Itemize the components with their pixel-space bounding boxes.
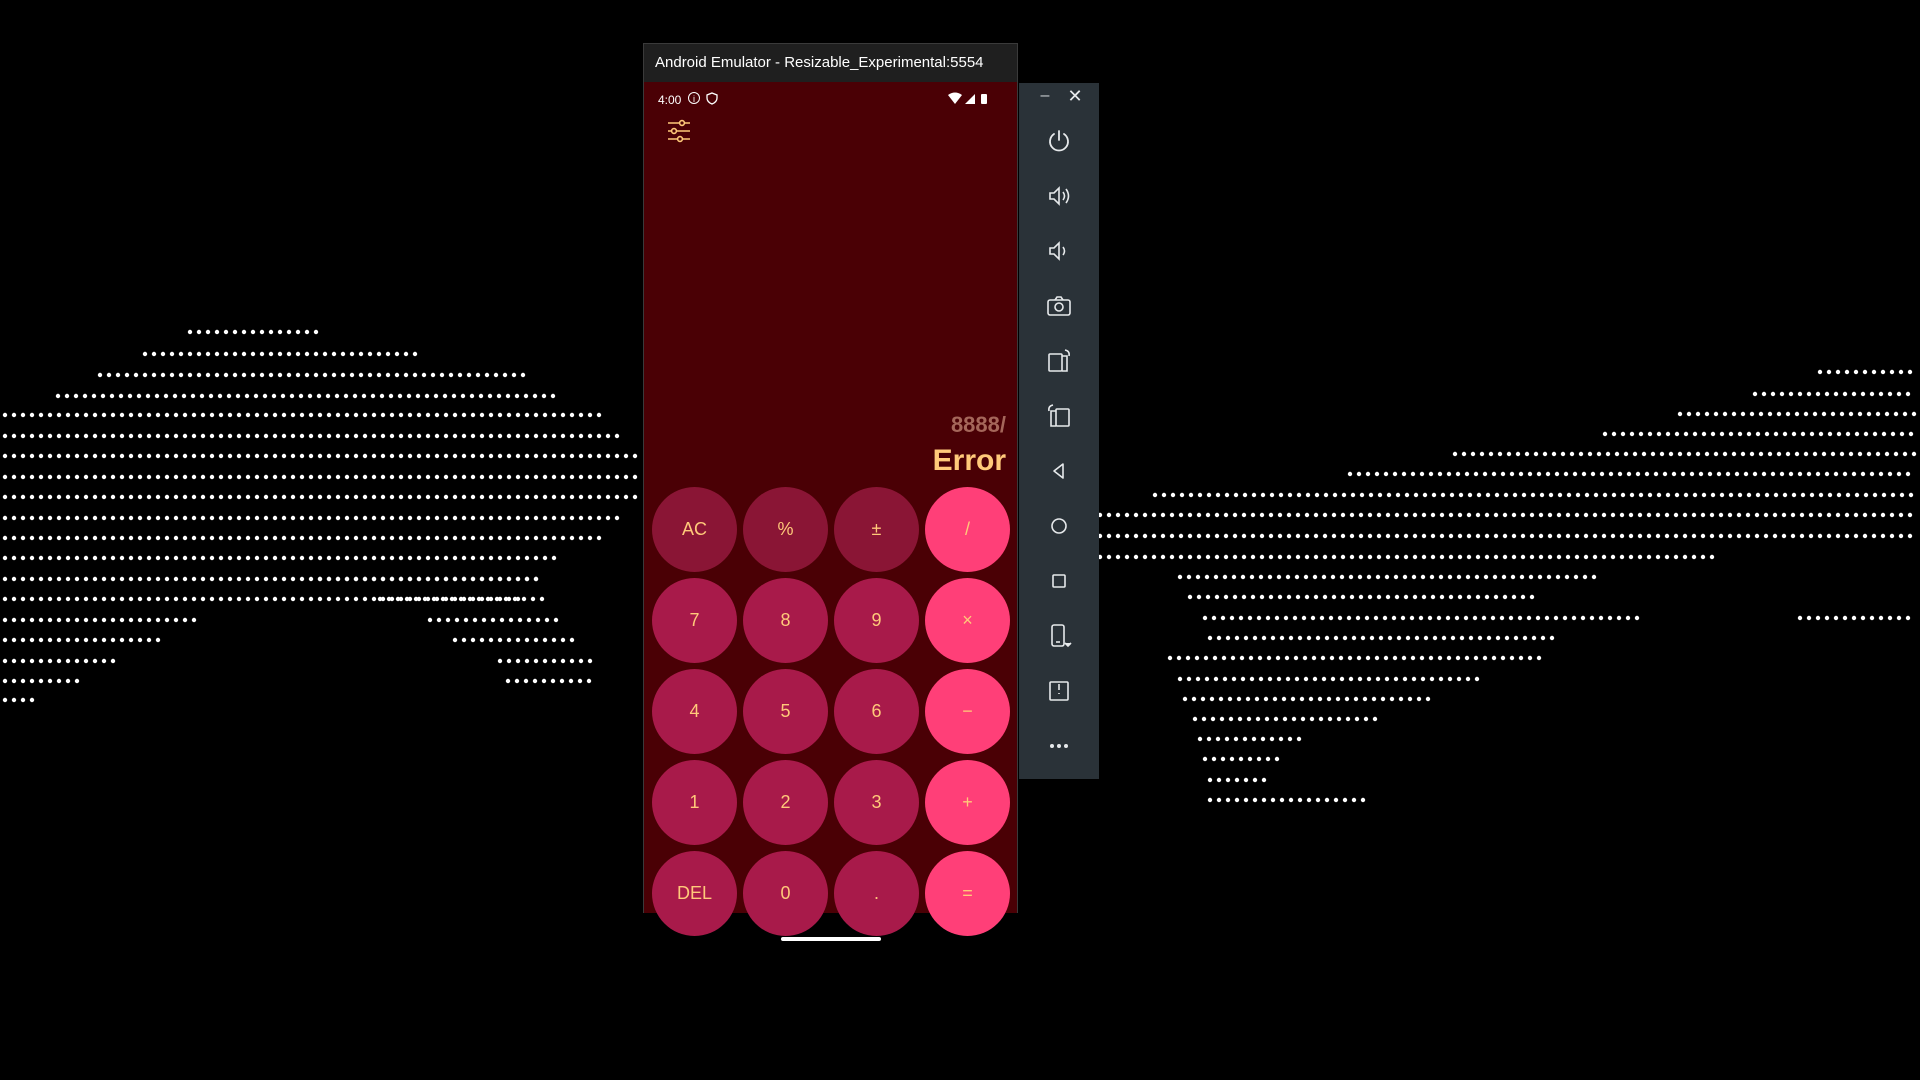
info-icon: i: [688, 92, 700, 104]
volume-up-icon[interactable]: [1039, 176, 1079, 216]
signal-icon: [965, 94, 975, 104]
wifi-icon: [948, 92, 962, 104]
power-icon[interactable]: [1039, 121, 1079, 161]
more-options-icon[interactable]: [1039, 726, 1079, 766]
toolbar-header: – ✕: [1019, 83, 1099, 113]
emulator-window: Android Emulator - Resizable_Experimenta…: [643, 43, 1018, 941]
emulator-toolbar: – ✕: [1019, 83, 1099, 779]
digit-1-button[interactable]: 1: [652, 760, 737, 845]
window-title[interactable]: Android Emulator - Resizable_Experimenta…: [644, 44, 1017, 82]
split-screen-icon[interactable]: [1039, 671, 1079, 711]
rotate-right-icon[interactable]: [1039, 396, 1079, 436]
digit-7-button[interactable]: 7: [652, 578, 737, 663]
gesture-navigation-bar[interactable]: [781, 937, 881, 941]
result-display: Error: [932, 444, 1006, 477]
shield-icon: [706, 92, 718, 105]
wallpaper-dots-left: [2, 329, 638, 703]
digit-2-button[interactable]: 2: [743, 760, 828, 845]
home-icon[interactable]: [1039, 506, 1079, 546]
back-icon[interactable]: [1039, 451, 1079, 491]
digit-9-button[interactable]: 9: [834, 578, 919, 663]
subtract-button[interactable]: −: [925, 669, 1010, 754]
multiply-button[interactable]: ×: [925, 578, 1010, 663]
battery-icon: [981, 94, 987, 104]
digit-5-button[interactable]: 5: [743, 669, 828, 754]
status-bar: 4:00 i: [658, 90, 1008, 110]
digit-3-button[interactable]: 3: [834, 760, 919, 845]
close-button[interactable]: ✕: [1065, 86, 1085, 106]
fold-device-icon[interactable]: [1039, 616, 1079, 656]
keypad: AC % ± / 7 8 9 × 4 5 6 − 1 2 3 + DEL 0 .…: [652, 487, 1010, 936]
equals-button[interactable]: =: [925, 851, 1010, 936]
status-icons: [948, 92, 987, 104]
divide-button[interactable]: /: [925, 487, 1010, 572]
volume-down-icon[interactable]: [1039, 231, 1079, 271]
decimal-button[interactable]: .: [834, 851, 919, 936]
digit-6-button[interactable]: 6: [834, 669, 919, 754]
plus-minus-button[interactable]: ±: [834, 487, 919, 572]
camera-icon[interactable]: [1039, 286, 1079, 326]
all-clear-button[interactable]: AC: [652, 487, 737, 572]
rotate-left-icon[interactable]: [1039, 341, 1079, 381]
settings-sliders-icon[interactable]: [664, 116, 694, 146]
percent-button[interactable]: %: [743, 487, 828, 572]
digit-0-button[interactable]: 0: [743, 851, 828, 936]
wallpaper-dots-right: [1097, 369, 1917, 803]
status-time: 4:00: [658, 93, 682, 107]
add-button[interactable]: +: [925, 760, 1010, 845]
overview-icon[interactable]: [1039, 561, 1079, 601]
digit-8-button[interactable]: 8: [743, 578, 828, 663]
minimize-button[interactable]: –: [1035, 87, 1055, 107]
expression-display: 8888/: [950, 412, 1006, 437]
digit-4-button[interactable]: 4: [652, 669, 737, 754]
delete-button[interactable]: DEL: [652, 851, 737, 936]
phone-screen[interactable]: 4:00 i 8888/ Error AC % ± / 7 8 9 × 4 5 …: [644, 82, 1017, 941]
